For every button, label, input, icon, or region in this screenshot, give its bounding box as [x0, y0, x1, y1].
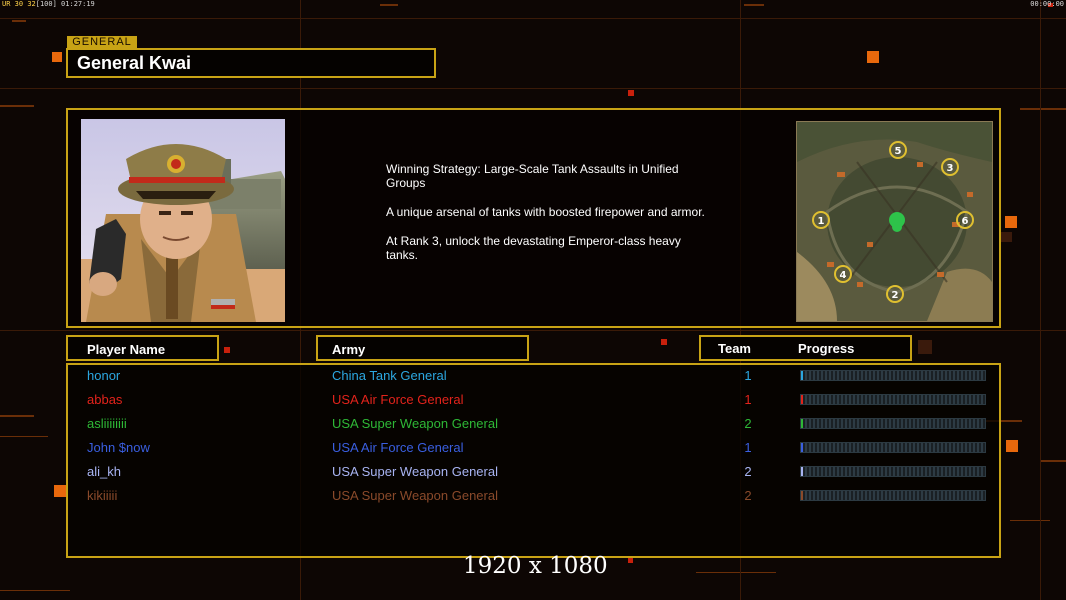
player-row[interactable]: kikiiiii USA Super Weapon General 2	[68, 486, 999, 510]
progress-fill	[801, 491, 803, 500]
header-player-name[interactable]: Player Name	[66, 335, 219, 361]
progress-fill	[801, 371, 803, 380]
map-slot-6: 6	[962, 216, 969, 227]
player-team: 1	[744, 440, 752, 455]
header-player-label: Player Name	[87, 342, 166, 357]
hud-value-b: 32	[27, 0, 36, 8]
progress-fill	[801, 419, 803, 428]
player-name: honor	[87, 368, 121, 383]
hud-value-c: [100]	[35, 0, 57, 8]
map-slot-1: 1	[818, 216, 825, 227]
fps-readout: UR 30 32[100] 01:27:19	[2, 0, 95, 9]
header-army-label: Army	[332, 342, 366, 357]
hud-prefix: UR	[2, 0, 11, 8]
general-info-panel: Winning Strategy: Large-Scale Tank Assau…	[66, 108, 1001, 328]
progress-bar	[800, 394, 986, 405]
player-army: USA Super Weapon General	[332, 416, 498, 431]
player-row[interactable]: honor China Tank General 1	[68, 366, 999, 390]
player-army: China Tank General	[332, 368, 447, 383]
player-name: asliiiiiiii	[87, 416, 127, 431]
player-row[interactable]: abbas USA Air Force General 1	[68, 390, 999, 414]
game-timer: 00:00:00	[1030, 0, 1064, 8]
progress-fill	[801, 395, 803, 404]
hud-value-a: 30	[14, 0, 24, 8]
general-portrait	[81, 119, 285, 322]
progress-bar	[800, 418, 986, 429]
progress-fill	[801, 443, 803, 452]
description-line-1: Winning Strategy: Large-Scale Tank Assau…	[386, 162, 679, 190]
player-list: honor China Tank General 1 abbas USA Air For…	[66, 363, 1001, 558]
general-description: Winning Strategy: Large-Scale Tank Assau…	[386, 162, 716, 277]
player-army: USA Super Weapon General	[332, 464, 498, 479]
map-slot-3: 3	[947, 163, 954, 174]
player-army: USA Air Force General	[332, 392, 464, 407]
player-row[interactable]: ali_kh USA Super Weapon General 2	[68, 462, 999, 486]
player-team: 1	[744, 368, 752, 383]
header-progress-label: Progress	[798, 341, 855, 356]
header-army[interactable]: Army	[316, 335, 529, 361]
player-army: USA Air Force General	[332, 440, 464, 455]
hud-time: 01:27:19	[61, 0, 95, 8]
player-team: 1	[744, 392, 752, 407]
general-name: General Kwai	[77, 53, 192, 73]
player-row[interactable]: asliiiiiiii USA Super Weapon General 2	[68, 414, 999, 438]
map-slot-2: 2	[892, 290, 899, 301]
player-team: 2	[744, 488, 752, 503]
player-row[interactable]: John $now USA Air Force General 1	[68, 438, 999, 462]
progress-bar	[800, 490, 986, 501]
player-army: USA Super Weapon General	[332, 488, 498, 503]
progress-bar	[800, 466, 986, 477]
progress-bar	[800, 442, 986, 453]
map-preview[interactable]: 1 2 3 4 5 6	[796, 121, 993, 322]
header-team-progress[interactable]: Team Progress	[699, 335, 912, 361]
progress-bar	[800, 370, 986, 381]
player-team: 2	[744, 464, 752, 479]
header-team-label: Team	[718, 341, 751, 356]
description-line-2: A unique arsenal of tanks with boosted f…	[386, 205, 705, 219]
player-name: ali_kh	[87, 464, 121, 479]
player-name: John $now	[87, 440, 150, 455]
progress-fill	[801, 467, 803, 476]
map-slot-4: 4	[840, 270, 847, 281]
general-tag: GENERAL	[67, 36, 137, 48]
map-slot-5: 5	[895, 146, 902, 157]
general-title-box: General Kwai	[66, 48, 436, 78]
player-team: 2	[744, 416, 752, 431]
player-name: abbas	[87, 392, 123, 407]
player-name: kikiiiii	[87, 488, 118, 503]
resolution-watermark: 1920 x 1080	[463, 553, 608, 579]
description-line-3: At Rank 3, unlock the devastating Empero…	[386, 234, 681, 262]
